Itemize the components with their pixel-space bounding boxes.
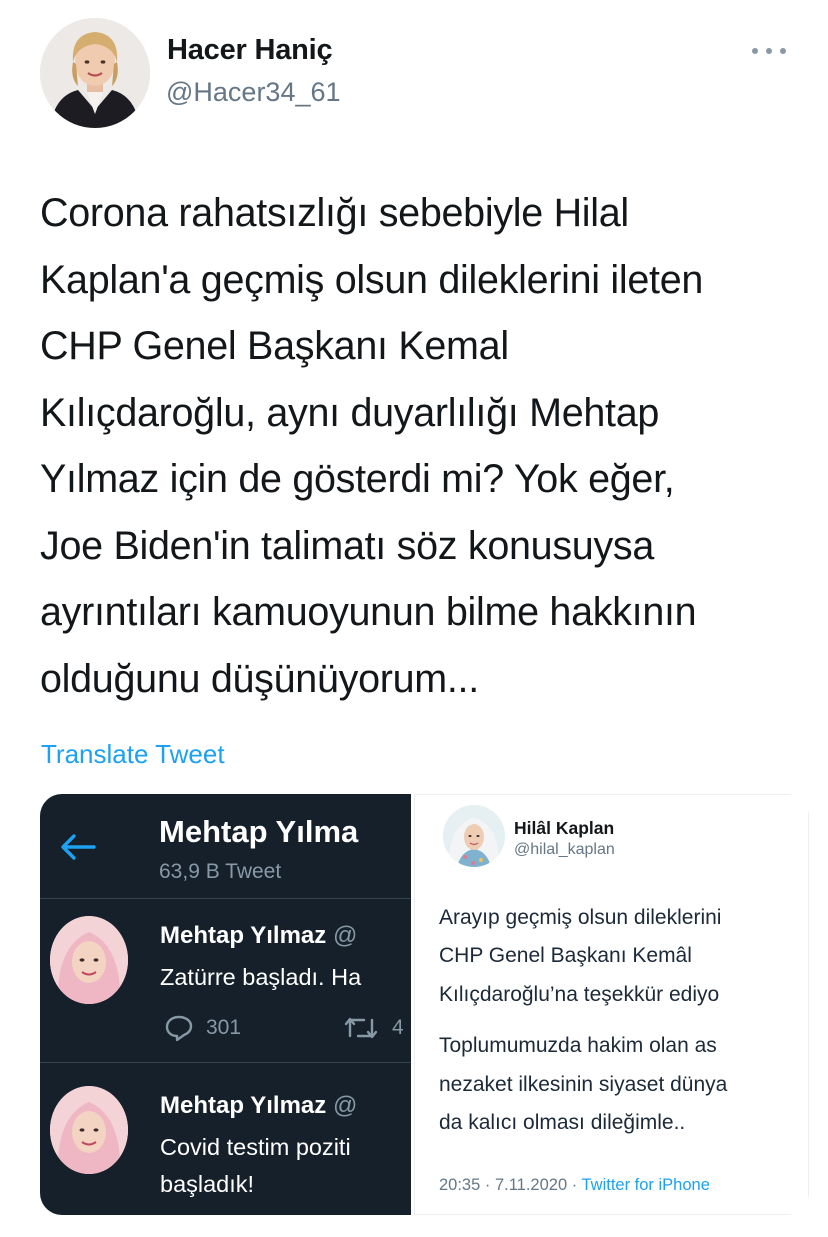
tweet-media[interactable]: Mehtap Yılma 63,9 B Tweet Mehtap Yılmaz … [40, 794, 809, 1215]
mehtap-avatar [50, 916, 128, 1004]
quoted-text-line: CHP Genel Başkanı Kemâl [439, 944, 692, 967]
reply-action: 301 [164, 1014, 241, 1042]
translate-tweet-link[interactable]: Translate Tweet [41, 739, 225, 770]
quoted-timestamp: 20:35 · 7.11.2020 · [439, 1176, 582, 1194]
quoted-meta: 20:35 · 7.11.2020 · Twitter for iPhone [439, 1176, 710, 1195]
media-image-right[interactable]: Hilâl Kaplan @hilal_kaplan Arayıp geçmiş… [414, 794, 809, 1215]
author-avatar[interactable] [40, 18, 150, 128]
tweet-author-name: Mehtap Yılmaz [160, 1092, 327, 1119]
avatar-portrait-icon [50, 1086, 128, 1174]
divider [40, 1062, 411, 1063]
quoted-source: Twitter for iPhone [581, 1176, 710, 1194]
tweet-line: Covid testim poziti [160, 1134, 351, 1160]
tweet-text: Corona rahatsızlığı sebebiyle Hilal Kapl… [40, 180, 810, 712]
author-handle[interactable]: @Hacer34_61 [166, 77, 341, 108]
tweet-line: ayrıntıları kamuoyunun bilme hakkının [40, 590, 697, 634]
tweet-line: Kılıçdaroğlu, aynı duyarlılığı Mehtap [40, 390, 660, 435]
tweet-author: Mehtap Yılmaz @ [160, 922, 357, 950]
tweet-line: olduğunu düşünüyorum... [40, 656, 479, 701]
quoted-text-line: Toplumumuzda hakim olan as [439, 1034, 717, 1057]
dot [766, 48, 772, 54]
tweet-line: Kaplan'a geçmiş olsun dileklerini ileten [40, 257, 704, 302]
tweet-line: Zatürre başladı. Ha [160, 964, 362, 990]
reply-icon [165, 1015, 193, 1042]
profile-title: Mehtap Yılma [159, 814, 359, 849]
avatar-portrait-icon [40, 18, 150, 128]
tweet-line: CHP Genel Başkanı Kemal [40, 324, 509, 368]
tweet-line: Corona rahatsızlığı sebebiyle Hilal [40, 191, 629, 235]
mehtap-avatar [50, 1086, 128, 1174]
quoted-text-line: da kalıcı olması dileğimle.. [439, 1111, 686, 1134]
media-image-left[interactable]: Mehtap Yılma 63,9 B Tweet Mehtap Yılmaz … [40, 794, 411, 1215]
reply-count: 301 [206, 1016, 242, 1039]
hilal-avatar [443, 805, 505, 867]
back-arrow-icon [61, 834, 96, 860]
divider [40, 898, 411, 899]
tweet-line: Joe Biden'in talimatı söz konusuysa [40, 523, 655, 568]
profile-tweet-count: 63,9 B Tweet [159, 860, 282, 883]
avatar-portrait-icon [443, 805, 505, 867]
quoted-text-line: Arayıp geçmiş olsun dileklerini [439, 906, 722, 929]
quoted-text-line: nezaket ilkesinin siyaset dünya [439, 1073, 728, 1096]
quoted-text-line: Kılıçdaroğlu’na teşekkür ediyo [439, 983, 720, 1006]
tweet-line: Yılmaz için de gösterdi mi? Yok eğer, [40, 457, 675, 501]
retweet-action: 4 [342, 1014, 404, 1042]
tweet-author-name: Mehtap Yılmaz [160, 922, 327, 949]
quoted-author-handle: @hilal_kaplan [514, 841, 615, 858]
retweet-count: 4 [392, 1016, 404, 1039]
avatar-portrait-icon [50, 916, 128, 1004]
author-name[interactable]: Hacer Haniç [167, 34, 333, 67]
retweet-icon [344, 1017, 378, 1039]
quoted-author-name: Hilâl Kaplan [514, 818, 615, 838]
tweet-author-at: @ [332, 1092, 358, 1119]
more-options-icon[interactable] [752, 38, 786, 64]
tweet-author-at: @ [332, 922, 358, 949]
dot [752, 48, 758, 54]
tweet-line: başladık! [160, 1171, 255, 1197]
dot [780, 48, 786, 54]
tweet-author: Mehtap Yılmaz @ [160, 1092, 357, 1120]
